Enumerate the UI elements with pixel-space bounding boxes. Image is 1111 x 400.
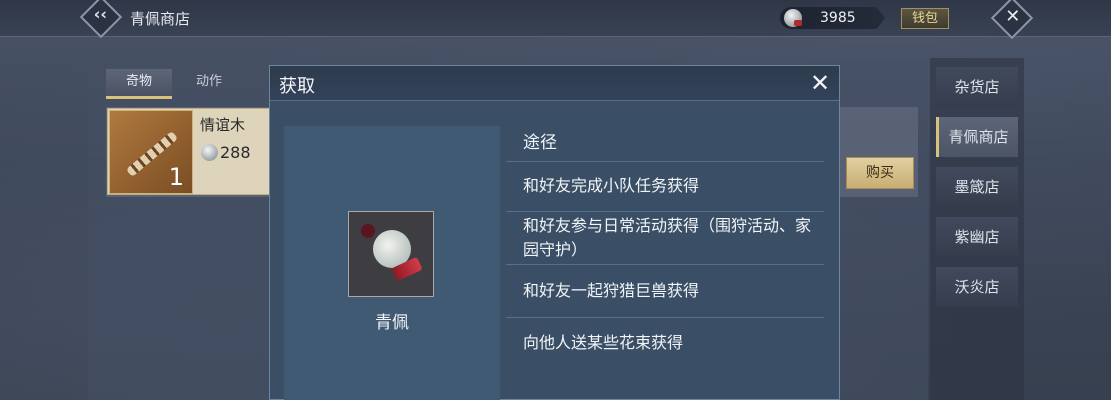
close-icon: ✕ bbox=[810, 69, 831, 97]
buy-button[interactable]: 购买 bbox=[846, 157, 914, 189]
wallet-button[interactable]: 钱包 bbox=[901, 8, 949, 29]
item-price: 288 bbox=[220, 143, 251, 162]
route-item[interactable]: 和好友参与日常活动获得（围狩活动、家园守护） bbox=[523, 214, 823, 262]
route-item[interactable]: 和好友完成小队任务获得 bbox=[523, 174, 823, 198]
divider bbox=[506, 317, 824, 318]
dialog-header bbox=[270, 66, 839, 101]
dialog-title: 获取 bbox=[279, 76, 315, 97]
divider bbox=[506, 211, 824, 212]
page-title: 青佩商店 bbox=[130, 10, 191, 28]
price-coin-icon bbox=[201, 144, 218, 161]
currency-display: 3985 bbox=[780, 7, 885, 29]
tab-curiosities[interactable]: 奇物 bbox=[106, 69, 172, 99]
item-thumbnail: 1 bbox=[109, 110, 193, 194]
item-icon-frame bbox=[348, 211, 434, 297]
route-item[interactable]: 和好友一起狩猎巨兽获得 bbox=[523, 279, 823, 303]
jade-coin-icon bbox=[784, 9, 802, 27]
dialog-item-name: 青佩 bbox=[375, 313, 409, 333]
divider bbox=[506, 264, 824, 265]
shop-item-general[interactable]: 杂货店 bbox=[936, 67, 1018, 107]
item-quantity: 1 bbox=[168, 163, 184, 191]
close-icon: ✕ bbox=[1005, 6, 1021, 28]
shop-item-qingpei[interactable]: 青佩商店 bbox=[936, 117, 1018, 157]
route-header: 途径 bbox=[523, 133, 557, 153]
tab-actions[interactable]: 动作 bbox=[176, 69, 242, 99]
shop-item-ziyou[interactable]: 紫幽店 bbox=[936, 217, 1018, 257]
currency-amount: 3985 bbox=[820, 10, 856, 26]
route-item[interactable]: 向他人送某些花束获得 bbox=[523, 331, 823, 355]
pendant-knot bbox=[361, 224, 375, 238]
shop-item-mozhen[interactable]: 墨箴店 bbox=[936, 167, 1018, 207]
item-name: 情谊木 bbox=[200, 116, 246, 134]
dialog-close-button[interactable]: ✕ bbox=[810, 69, 830, 97]
divider bbox=[506, 161, 824, 162]
acquire-dialog: 获取 ✕ 青佩 途径 和好友完成小队任务获得 和好友参与日常活动获得（围狩活动、… bbox=[269, 65, 840, 400]
shop-item-woyan[interactable]: 沃炎店 bbox=[936, 267, 1018, 307]
chevron-left-icon: ‹‹ bbox=[93, 4, 107, 24]
